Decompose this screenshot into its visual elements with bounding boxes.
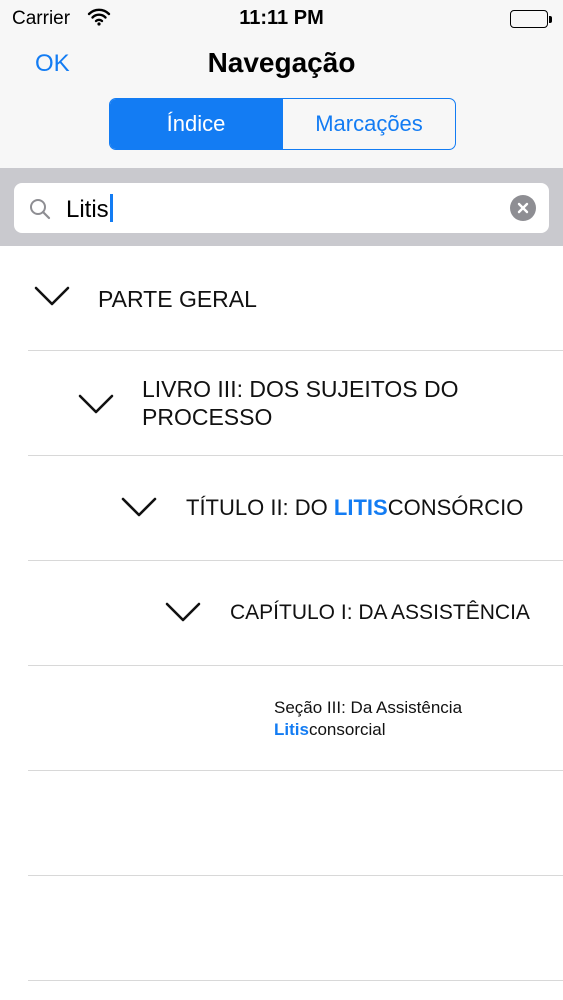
text-cursor [109,194,113,222]
tree-label: Seção III: Da Assistência Litisconsorcia… [274,698,463,739]
battery-icon [510,10,552,28]
chevron-down-icon[interactable] [165,602,201,622]
search-field[interactable]: Litis [14,183,549,233]
tree-label: CAPÍTULO I: DA ASSISTÊNCIA [230,601,530,624]
tree-row-empty [0,876,563,981]
segment-marcacoes[interactable]: Marcações [282,99,455,149]
search-input[interactable]: Litis [66,194,113,224]
tree-label: TÍTULO II: DO LITISCONSÓRCIO [186,495,524,520]
search-bar: Litis [0,168,563,246]
index-tree: PARTE GERAL LIVRO III: DOS SUJEITOS DO P… [0,246,563,981]
tree-row-secao-iii[interactable]: Seção III: Da Assistência Litisconsorcia… [0,666,563,771]
segment-indice[interactable]: Índice [110,99,282,149]
tree-label: LIVRO III: DOS SUJEITOS DO PROCESSO [142,376,459,430]
tree-label: PARTE GERAL [98,286,257,312]
tree-row-livro-iii[interactable]: LIVRO III: DOS SUJEITOS DO PROCESSO [0,351,563,456]
row-divider [28,980,563,981]
chevron-down-icon[interactable] [34,286,70,306]
page-title: Navegação [207,47,356,78]
status-time: 11:11 PM [239,7,324,29]
tree-row-empty [0,771,563,876]
tree-row-parte-geral[interactable]: PARTE GERAL [0,246,563,351]
search-icon [28,197,52,226]
clear-search-button[interactable] [510,195,536,221]
chevron-down-icon[interactable] [121,497,157,517]
clear-icon [517,202,529,214]
navigation-bar: OK Navegação Índice Marcações [0,38,563,168]
tree-row-capitulo-i[interactable]: CAPÍTULO I: DA ASSISTÊNCIA [0,561,563,666]
status-bar: Carrier 11:11 PM [0,0,563,38]
chevron-down-icon[interactable] [78,394,114,414]
segmented-control: Índice Marcações [109,98,456,150]
tree-row-titulo-ii[interactable]: TÍTULO II: DO LITISCONSÓRCIO [0,456,563,561]
